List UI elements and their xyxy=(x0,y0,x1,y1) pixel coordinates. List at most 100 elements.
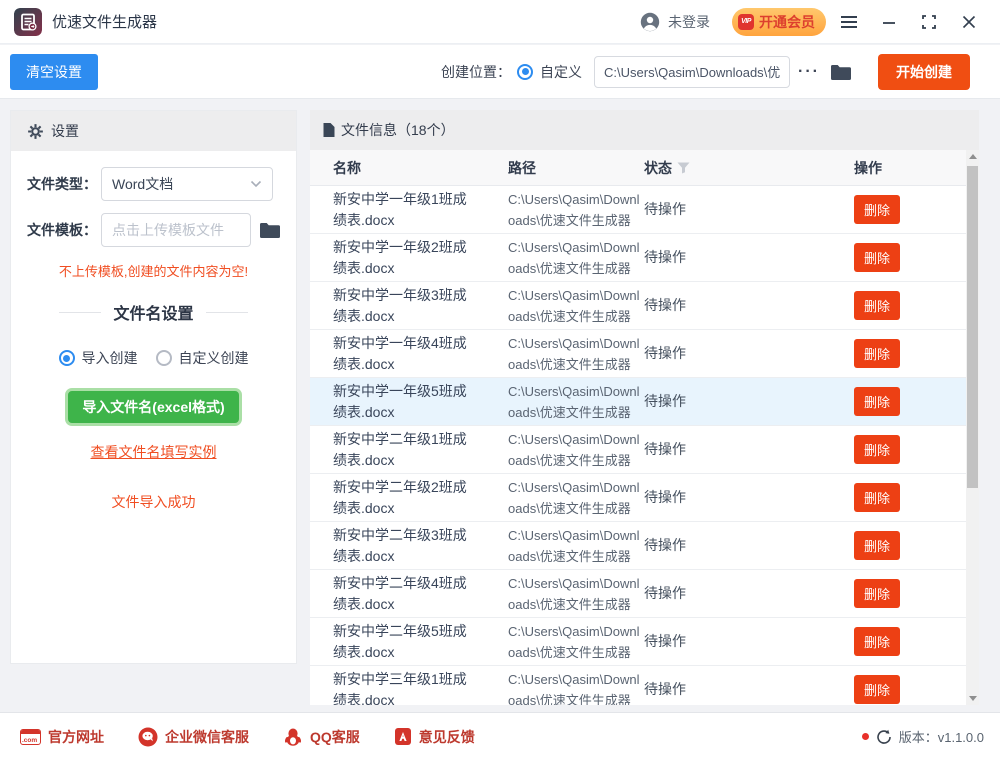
clear-settings-button[interactable]: 清空设置 xyxy=(10,53,98,90)
official-website-link[interactable]: .com 官方网址 xyxy=(20,727,104,747)
file-name: 新安中学一年级2班成绩表.docx xyxy=(333,238,467,276)
user-avatar-icon[interactable] xyxy=(640,12,660,32)
file-name: 新安中学二年级1班成绩表.docx xyxy=(333,430,467,468)
chevron-down-icon xyxy=(250,180,262,188)
create-path-input[interactable] xyxy=(594,55,791,88)
refresh-icon[interactable] xyxy=(876,729,892,745)
close-button[interactable] xyxy=(952,7,986,37)
table-row[interactable]: 新安中学二年级3班成绩表.docx C:\Users\Qasim\Download… xyxy=(310,522,979,570)
file-path: C:\Users\Qasim\Downloads\优速文件生成器 xyxy=(508,239,640,276)
toolbar: 清空设置 创建位置： 自定义 ··· 开始创建 xyxy=(0,45,1000,99)
file-status: 待操作 xyxy=(644,249,686,265)
file-path: C:\Users\Qasim\Downloads\优速文件生成器 xyxy=(508,479,640,516)
browse-more-button[interactable]: ··· xyxy=(798,63,820,81)
hamburger-icon xyxy=(841,15,857,28)
column-action: 操作 xyxy=(854,159,882,176)
status-dot xyxy=(861,733,869,740)
file-type-value: Word文档 xyxy=(112,176,174,192)
footer: .com 官方网址 企业微信客服 QQ客服 意见反馈 版本：v1.1.0.0 xyxy=(0,712,1000,760)
file-action-cell: 删除 xyxy=(814,387,901,416)
file-info-panel: 文件信息（18个） 名称 路径 状态 操作 新安中学一年级1班成绩表.docx C… xyxy=(310,110,979,705)
delete-button[interactable]: 删除 xyxy=(854,339,901,368)
file-name: 新安中学一年级1班成绩表.docx xyxy=(333,190,467,228)
column-status[interactable]: 状态 xyxy=(644,158,814,178)
file-type-label: 文件类型： xyxy=(27,176,97,192)
file-action-cell: 删除 xyxy=(814,291,901,320)
delete-button[interactable]: 删除 xyxy=(854,483,901,512)
file-name: 新安中学一年级5班成绩表.docx xyxy=(333,382,467,420)
delete-button[interactable]: 删除 xyxy=(854,435,901,464)
wechat-support-link[interactable]: 企业微信客服 xyxy=(138,727,249,747)
qq-support-link[interactable]: QQ客服 xyxy=(283,727,360,747)
table-header: 名称 路径 状态 操作 xyxy=(310,150,979,186)
delete-button[interactable]: 删除 xyxy=(854,195,901,224)
start-create-button[interactable]: 开始创建 xyxy=(878,53,970,90)
import-create-radio[interactable]: 导入创建 xyxy=(58,348,138,368)
file-table-body: 新安中学一年级1班成绩表.docx C:\Users\Qasim\Download… xyxy=(310,186,979,705)
file-info-header: 文件信息（18个） xyxy=(310,110,979,150)
file-path: C:\Users\Qasim\Downloads\优速文件生成器 xyxy=(508,623,640,660)
feedback-icon xyxy=(394,728,411,745)
settings-panel-title: 设置 xyxy=(51,123,79,139)
file-path: C:\Users\Qasim\Downloads\优速文件生成器 xyxy=(508,287,640,324)
file-action-cell: 删除 xyxy=(814,627,901,656)
file-action-cell: 删除 xyxy=(814,339,901,368)
delete-button[interactable]: 删除 xyxy=(854,387,901,416)
file-name: 新安中学一年级4班成绩表.docx xyxy=(333,334,467,372)
file-type-select[interactable]: Word文档 xyxy=(101,167,273,201)
filename-example-link[interactable]: 查看文件名填写实例 xyxy=(11,442,296,462)
import-filenames-button[interactable]: 导入文件名(excel格式) xyxy=(65,388,242,426)
scrollbar-thumb[interactable] xyxy=(967,166,978,488)
delete-button[interactable]: 删除 xyxy=(854,243,901,272)
vertical-scrollbar[interactable] xyxy=(966,150,979,705)
delete-button[interactable]: 删除 xyxy=(854,579,901,608)
filename-mode-radio-group: 导入创建 自定义创建 xyxy=(11,348,296,368)
open-vip-button[interactable]: VIP 开通会员 xyxy=(732,7,826,36)
table-row[interactable]: 新安中学三年级1班成绩表.docx C:\Users\Qasim\Download… xyxy=(310,666,979,705)
table-row[interactable]: 新安中学一年级4班成绩表.docx C:\Users\Qasim\Download… xyxy=(310,330,979,378)
vip-badge-icon: VIP xyxy=(738,13,754,30)
create-location-label: 创建位置： xyxy=(441,63,512,80)
template-upload-input[interactable] xyxy=(101,213,251,247)
radio-selected-icon xyxy=(58,350,75,366)
delete-button[interactable]: 删除 xyxy=(854,531,901,560)
maximize-button[interactable] xyxy=(912,7,946,37)
table-row[interactable]: 新安中学一年级5班成绩表.docx C:\Users\Qasim\Download… xyxy=(310,378,979,426)
filter-icon[interactable] xyxy=(677,162,690,174)
feedback-link[interactable]: 意见反馈 xyxy=(394,727,475,747)
gear-icon xyxy=(28,123,43,139)
folder-icon xyxy=(260,223,280,238)
custom-create-radio[interactable]: 自定义创建 xyxy=(155,348,249,368)
open-folder-button[interactable] xyxy=(830,63,852,81)
column-path: 路径 xyxy=(508,159,536,176)
vip-button-label: 开通会员 xyxy=(759,13,815,30)
table-row[interactable]: 新安中学二年级4班成绩表.docx C:\Users\Qasim\Download… xyxy=(310,570,979,618)
file-path: C:\Users\Qasim\Downloads\优速文件生成器 xyxy=(508,671,640,706)
delete-button[interactable]: 删除 xyxy=(854,627,901,656)
folder-icon xyxy=(831,64,851,80)
file-action-cell: 删除 xyxy=(814,531,901,560)
table-row[interactable]: 新安中学一年级3班成绩表.docx C:\Users\Qasim\Download… xyxy=(310,282,979,330)
table-row[interactable]: 新安中学二年级5班成绩表.docx C:\Users\Qasim\Download… xyxy=(310,618,979,666)
app-window: 优速文件生成器 未登录 VIP 开通会员 清空设置 创建位置： 自定义 C:\U… xyxy=(0,0,1000,760)
wechat-icon xyxy=(138,727,158,746)
login-status[interactable]: 未登录 xyxy=(668,12,710,32)
file-action-cell: 删除 xyxy=(814,195,901,224)
template-folder-button[interactable] xyxy=(259,221,281,239)
minimize-button[interactable] xyxy=(872,7,906,37)
table-row[interactable]: 新安中学一年级1班成绩表.docx C:\Users\Qasim\Download… xyxy=(310,186,979,234)
maximize-icon xyxy=(922,14,936,29)
settings-panel-header: 设置 xyxy=(11,111,296,151)
table-row[interactable]: 新安中学一年级2班成绩表.docx C:\Users\Qasim\Download… xyxy=(310,234,979,282)
file-action-cell: 删除 xyxy=(814,243,901,272)
delete-button[interactable]: 删除 xyxy=(854,291,901,320)
custom-location-radio[interactable] xyxy=(517,63,534,80)
menu-button[interactable] xyxy=(832,7,866,37)
file-action-cell: 删除 xyxy=(814,483,901,512)
delete-button[interactable]: 删除 xyxy=(854,675,901,704)
scroll-up-arrow[interactable] xyxy=(966,150,979,163)
file-status: 待操作 xyxy=(644,537,686,553)
table-row[interactable]: 新安中学二年级1班成绩表.docx C:\Users\Qasim\Download… xyxy=(310,426,979,474)
scroll-down-arrow[interactable] xyxy=(966,692,979,705)
table-row[interactable]: 新安中学二年级2班成绩表.docx C:\Users\Qasim\Download… xyxy=(310,474,979,522)
